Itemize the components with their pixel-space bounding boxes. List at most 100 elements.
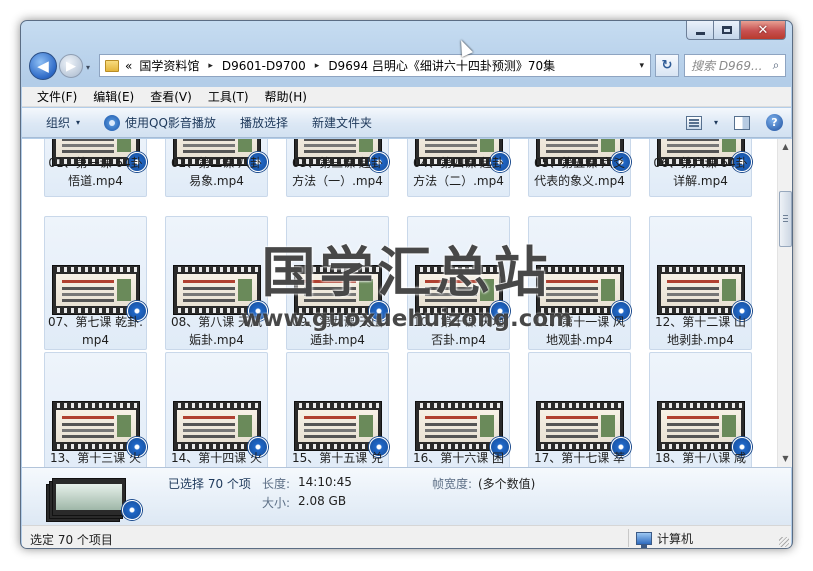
scroll-down-icon[interactable]: ▼	[779, 452, 792, 466]
size-value: 2.08 GB	[298, 494, 347, 508]
file-name-line2: 方法（一）.mp4	[292, 174, 383, 188]
folder-icon	[105, 59, 119, 72]
file-item[interactable]: 13、第十三课 火地晋卦.mp4	[44, 352, 147, 467]
file-name-line2: 代表的象义.mp4	[534, 174, 625, 188]
file-name-line1: 10、第十课 天地	[412, 315, 505, 329]
breadcrumb-separator-icon[interactable]: ▸	[309, 61, 326, 71]
file-item[interactable]: 10、第十课 天地 否卦.mp4	[407, 216, 510, 350]
file-name-line1: 17、第十七课 萃	[533, 451, 626, 465]
file-item[interactable]: 17、第十七课 萃卦.mp4	[528, 352, 631, 467]
frame-width-value: (多个数值)	[478, 477, 536, 491]
file-name-line2: 悟道.mp4	[68, 174, 123, 188]
menu-help[interactable]: 帮助(H)	[258, 88, 316, 105]
file-name-line2: 遁卦.mp4	[310, 333, 365, 347]
file-item[interactable]: 07、第七课 乾卦. mp4	[44, 216, 147, 350]
file-name-line2: 姤卦.mp4	[189, 333, 244, 347]
file-item[interactable]: 03、第三课 起卦 方法（一）.mp4	[286, 139, 389, 197]
status-bar: 选定 70 个项目 计算机	[22, 525, 791, 548]
refresh-icon: ↻	[661, 58, 673, 73]
file-name-line2: 地剥卦.mp4	[667, 333, 734, 347]
file-item[interactable]: 15、第十五课 兑卦.mp4	[286, 352, 389, 467]
search-box[interactable]: 搜索 D969... ⌕	[684, 54, 786, 77]
file-item[interactable]: 01、第一课 64卦 悟道.mp4	[44, 139, 147, 197]
file-name-line1: 02、第二课 八卦	[170, 156, 263, 170]
file-name-line1: 07、第七课 乾卦.	[48, 315, 143, 329]
search-icon[interactable]: ⌕	[767, 58, 785, 73]
breadcrumb-overflow[interactable]: «	[123, 59, 136, 73]
breadcrumb-current-folder[interactable]: D9694 吕明心《细讲六十四卦预测》70集	[325, 57, 558, 74]
resize-grip-icon[interactable]	[779, 537, 789, 547]
file-item[interactable]: 08、第八课 天风 姤卦.mp4	[165, 216, 268, 350]
forward-button[interactable]: ▶	[59, 54, 83, 78]
file-grid[interactable]: 01、第一课 64卦 悟道.mp4 02、第二课 八卦 易象.mp4 03、第三课 起卦…	[22, 139, 777, 467]
status-location-text: 计算机	[657, 532, 694, 546]
file-name-line1: 08、第八课 天风	[170, 315, 263, 329]
organize-button[interactable]: 组织 ▾	[34, 114, 92, 131]
file-name-line2: 地观卦.mp4	[546, 333, 613, 347]
close-button[interactable]: ✕	[740, 21, 786, 40]
play-with-qq-button[interactable]: 使用QQ影音播放	[92, 114, 228, 131]
file-name-line2: 易象.mp4	[189, 174, 244, 188]
file-item[interactable]: 16、第十六课 困卦.mp4	[407, 352, 510, 467]
back-button[interactable]: ◀	[29, 52, 57, 80]
file-name-line2: 详解.mp4	[673, 174, 728, 188]
new-folder-label: 新建文件夹	[311, 116, 372, 130]
breadcrumb-range[interactable]: D9601-D9700	[219, 59, 309, 73]
minimize-button[interactable]	[686, 21, 713, 40]
menu-tools[interactable]: 工具(T)	[201, 88, 258, 105]
file-item[interactable]: 06、第六课 64卦 详解.mp4	[649, 139, 752, 197]
new-folder-button[interactable]: 新建文件夹	[300, 114, 384, 131]
menu-view[interactable]: 查看(V)	[143, 88, 201, 105]
scroll-up-icon[interactable]: ▲	[779, 140, 792, 154]
file-name-line1: 03、第三课 起卦	[291, 156, 384, 170]
chevron-down-icon: ▾	[76, 118, 81, 127]
file-item[interactable]: 09、第九课 天山 遁卦.mp4	[286, 216, 389, 350]
recent-pages-dropdown[interactable]: ▾	[86, 63, 95, 72]
back-arrow-icon: ◀	[37, 57, 49, 75]
command-bar: 组织 ▾ 使用QQ影音播放 播放选择 新建文件夹 ▾ ?	[22, 108, 791, 138]
frame-width-label: 帧宽度:	[432, 477, 473, 491]
scroll-thumb[interactable]	[779, 191, 792, 247]
breadcrumb-separator-icon[interactable]: ▸	[202, 61, 219, 71]
file-item[interactable]: 05、第五课 六爻 代表的象义.mp4	[528, 139, 631, 197]
file-name-line1: 01、第一课 64卦	[48, 156, 143, 170]
file-item[interactable]: 18、第十八课 咸卦.mp4	[649, 352, 752, 467]
refresh-button[interactable]: ↻	[655, 54, 679, 77]
file-item[interactable]: 02、第二课 八卦 易象.mp4	[165, 139, 268, 197]
play-selection-button[interactable]: 播放选择	[228, 114, 300, 131]
selection-thumbnail-stack	[46, 472, 142, 522]
help-icon[interactable]: ?	[766, 114, 783, 131]
file-name-line1: 16、第十六课 困	[412, 451, 505, 465]
file-item[interactable]: 12、第十二课 山地剥卦.mp4	[649, 216, 752, 350]
file-item[interactable]: 14、第十四课 火天大有卦.mp4	[165, 352, 268, 467]
breadcrumb-library[interactable]: 国学资料馆	[136, 57, 202, 74]
vertical-scrollbar[interactable]: ▲ ▼	[777, 139, 792, 467]
thumbnail-layer	[52, 478, 126, 516]
organize-label: 组织	[46, 116, 71, 130]
view-options-chevron-icon[interactable]: ▾	[714, 118, 718, 127]
file-name-line2: 方法（二）.mp4	[413, 174, 504, 188]
address-dropdown-icon[interactable]: ▾	[639, 61, 644, 71]
preview-pane-icon[interactable]	[734, 115, 750, 130]
status-selection-text: 选定 70 个项目	[30, 533, 113, 547]
search-input[interactable]: 搜索 D969...	[685, 57, 767, 74]
change-view-icon[interactable]	[685, 115, 702, 130]
close-icon: ✕	[757, 22, 769, 38]
menu-bar: 文件(F) 编辑(E) 查看(V) 工具(T) 帮助(H)	[22, 87, 791, 107]
length-label: 长度:	[262, 477, 291, 491]
file-name-line1: 04、第四课 起卦	[412, 156, 505, 170]
file-name-line1: 18、第十八课 咸	[654, 451, 747, 465]
maximize-button[interactable]	[713, 21, 740, 40]
grip-icon	[783, 215, 788, 222]
address-bar[interactable]: « 国学资料馆 ▸ D9601-D9700 ▸ D9694 吕明心《细讲六十四卦…	[99, 54, 651, 77]
window-caption-buttons: ✕	[686, 21, 786, 40]
file-item[interactable]: 04、第四课 起卦 方法（二）.mp4	[407, 139, 510, 197]
video-reel-icon	[122, 500, 142, 520]
view-controls: ▾ ?	[685, 114, 783, 131]
file-item[interactable]: 11、第十一课 风地观卦.mp4	[528, 216, 631, 350]
file-name-line1: 06、第六课 64卦	[653, 156, 748, 170]
qq-player-icon	[104, 114, 121, 131]
menu-file[interactable]: 文件(F)	[30, 88, 86, 105]
menu-edit[interactable]: 编辑(E)	[86, 88, 143, 105]
file-name-line2: mp4	[82, 333, 109, 347]
